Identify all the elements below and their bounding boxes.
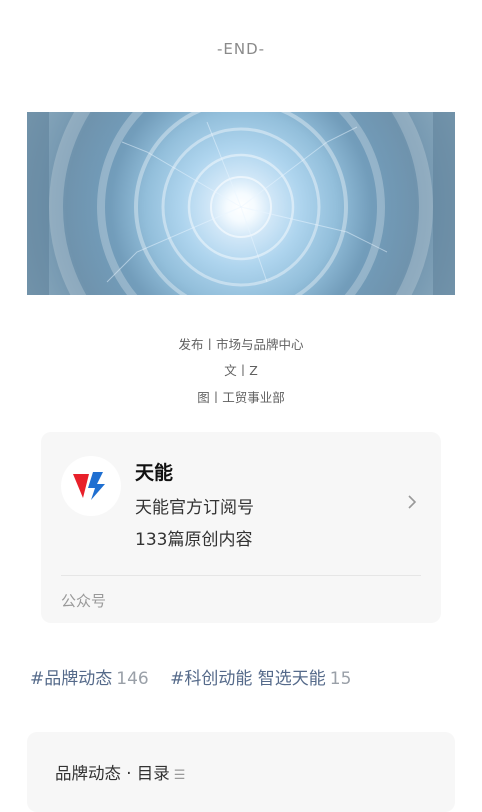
divider	[61, 575, 421, 576]
chevron-right-icon[interactable]	[407, 494, 417, 514]
end-marker: -END-	[216, 40, 266, 58]
tag-count: 146	[116, 669, 149, 689]
tag-count: 15	[329, 669, 352, 689]
tag-brand-news[interactable]: #品牌动态 146	[30, 664, 149, 689]
account-name: 天能	[135, 462, 174, 484]
account-logo-icon	[61, 456, 121, 516]
account-description: 天能官方订阅号	[135, 498, 254, 518]
tag-list: #品牌动态 146 #科创动能 智选天能 15	[30, 664, 367, 689]
list-menu-icon[interactable]: ☰	[174, 768, 186, 783]
credit-text: 文丨Z	[224, 363, 258, 378]
tag-innovation[interactable]: #科创动能 智选天能 15	[170, 664, 351, 689]
toc-card[interactable]: 品牌动态 · 目录 ☰	[27, 732, 455, 812]
tag-label: 品牌动态	[44, 669, 113, 689]
credit-publish: 发布丨市场与品牌中心	[178, 337, 304, 352]
tag-label: 科创动能 智选天能	[184, 669, 326, 689]
account-card[interactable]: 天能 天能官方订阅号 133篇原创内容 公众号	[41, 432, 441, 623]
toc-label: 品牌动态 · 目录	[55, 764, 170, 783]
hero-image	[27, 112, 455, 295]
original-count: 133篇原创内容	[135, 530, 253, 550]
credit-image: 图丨工贸事业部	[197, 390, 285, 405]
account-type-label: 公众号	[61, 592, 107, 610]
